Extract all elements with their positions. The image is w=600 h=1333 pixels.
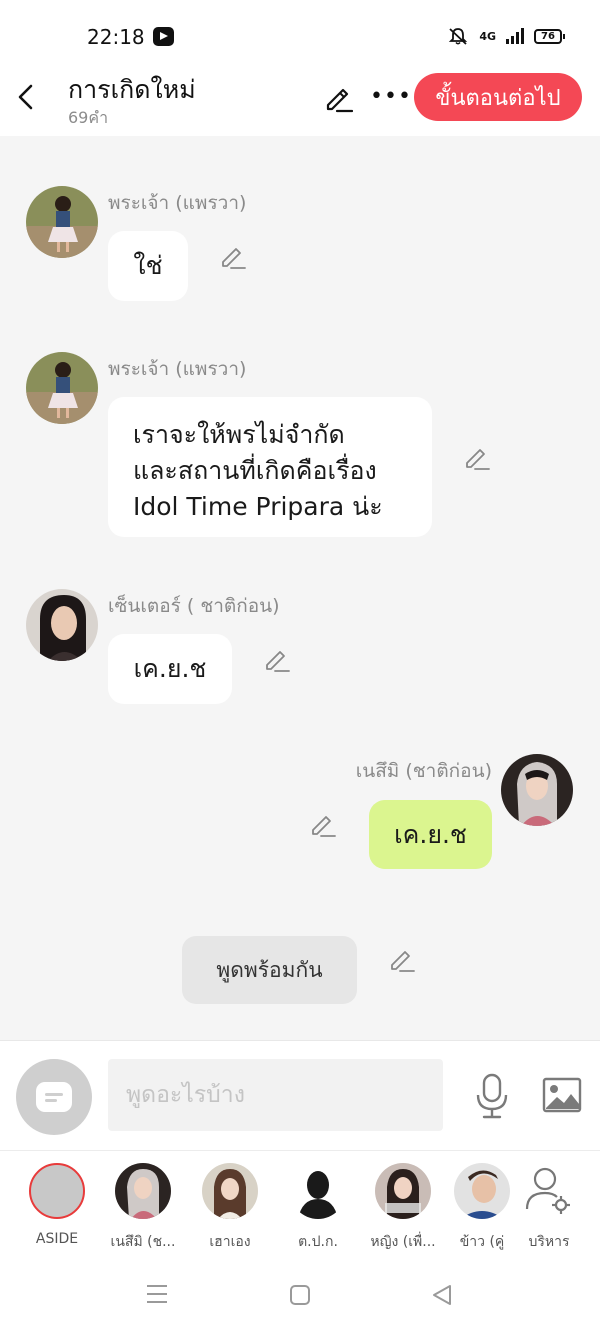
participant-label: เนสึมิ (ช... [110, 1234, 176, 1250]
message-bubble[interactable]: ใช่ [108, 231, 188, 301]
participant-nesumi[interactable]: เนสึมิ (ช... [107, 1163, 179, 1253]
message-text-line: และสถานที่เกิดคือเรื่อง [133, 456, 377, 485]
avatar-nesumi[interactable] [501, 754, 573, 826]
more-options-icon[interactable]: ••• [370, 86, 412, 108]
chat-bubble-icon [43, 1180, 71, 1202]
back-arrow-icon[interactable] [16, 84, 36, 110]
youtube-notification-icon [153, 27, 174, 46]
image-icon[interactable] [542, 1077, 582, 1113]
back-nav-icon[interactable] [431, 1284, 453, 1306]
chat-bubble-icon [36, 1082, 72, 1112]
status-bar: 22:18 4G 76 [0, 0, 600, 64]
composer [0, 1040, 600, 1150]
participant-label: ต.ป.ก. [298, 1234, 338, 1250]
edit-message-icon[interactable] [264, 647, 290, 673]
sender-name: เนสึมิ (ชาติก่อน) [355, 760, 492, 782]
message-bubble[interactable]: เราจะให้พรไม่จำกัด และสถานที่เกิดคือเรื่… [108, 397, 432, 537]
participant-label: ข้าว (คู่ [459, 1234, 505, 1250]
message-bubble[interactable]: เค.ย.ช [108, 634, 232, 704]
avatar [375, 1163, 431, 1219]
chat-area[interactable]: พระเจ้า (แพรวา) ใช่ พระเจ้า (แพรวา) เราจ… [0, 136, 600, 1040]
edit-message-icon[interactable] [310, 812, 336, 838]
manage-participants[interactable]: บริหาร [513, 1163, 585, 1253]
network-type: 4G [479, 29, 496, 43]
speak-together-bubble[interactable]: พูดพร้อมกัน [182, 936, 357, 1004]
message-text-line: Idol Time Pripara น่ะ [133, 492, 383, 521]
next-step-button[interactable]: ขั้นตอนต่อไป [414, 73, 582, 121]
avatar [202, 1163, 258, 1219]
aside-avatar [29, 1163, 85, 1219]
participants-bar: ASIDE เนสึมิ (ช... เฮาเอง ต.ป.ก. หญิง (เ… [0, 1150, 600, 1260]
home-icon[interactable] [289, 1284, 311, 1306]
microphone-icon[interactable] [474, 1073, 510, 1119]
participant-khao[interactable]: ข้าว (คู่ [446, 1163, 518, 1253]
menu-icon[interactable] [146, 1284, 168, 1304]
status-icons: 4G 76 [447, 27, 565, 45]
edit-pencil-icon[interactable] [323, 83, 353, 113]
participant-label: หญิง (เพื่... [370, 1234, 436, 1250]
word-count: 69คำ [68, 108, 109, 127]
story-title: การเกิดใหม่ [68, 75, 196, 104]
status-time: 22:18 [87, 25, 145, 49]
aside-toggle-button[interactable] [16, 1059, 92, 1135]
avatar-god[interactable] [26, 186, 98, 258]
manage-users-icon [525, 1167, 570, 1214]
signal-icon [506, 28, 524, 44]
participant-label: ASIDE [35, 1231, 79, 1247]
sender-name: พระเจ้า (แพรวา) [108, 358, 247, 380]
participant-tpk[interactable]: ต.ป.ก. [282, 1163, 354, 1253]
edit-message-icon[interactable] [389, 947, 415, 973]
avatar [454, 1163, 510, 1219]
system-nav-bar [0, 1260, 600, 1333]
battery-icon: 76 [534, 28, 565, 44]
avatar-god[interactable] [26, 352, 98, 424]
message-bubble-own[interactable]: เค.ย.ช [369, 800, 492, 869]
avatar [115, 1163, 171, 1219]
message-text-line: เราจะให้พรไม่จำกัด [133, 420, 345, 449]
participant-label: เฮาเอง [209, 1234, 251, 1250]
message-text: เค.ย.ช [394, 819, 467, 849]
sender-name: เซ็นเตอร์ ( ชาติก่อน) [108, 595, 280, 617]
muted-bell-icon [449, 28, 468, 45]
message-text: ใช่ [133, 251, 163, 280]
message-input[interactable] [108, 1059, 443, 1131]
participant-aside[interactable]: ASIDE [21, 1163, 93, 1247]
sender-name: พระเจ้า (แพรวา) [108, 192, 247, 214]
edit-message-icon[interactable] [220, 244, 246, 270]
participant-me[interactable]: เฮาเอง [194, 1163, 266, 1253]
participant-ying[interactable]: หญิง (เพื่... [367, 1163, 439, 1253]
avatar-center[interactable] [26, 589, 98, 661]
message-text: เค.ย.ช [133, 654, 207, 683]
edit-message-icon[interactable] [464, 445, 490, 471]
participant-label: บริหาร [528, 1234, 570, 1250]
avatar [290, 1163, 346, 1219]
top-bar: การเกิดใหม่ 69คำ ••• ขั้นตอนต่อไป [0, 64, 600, 136]
